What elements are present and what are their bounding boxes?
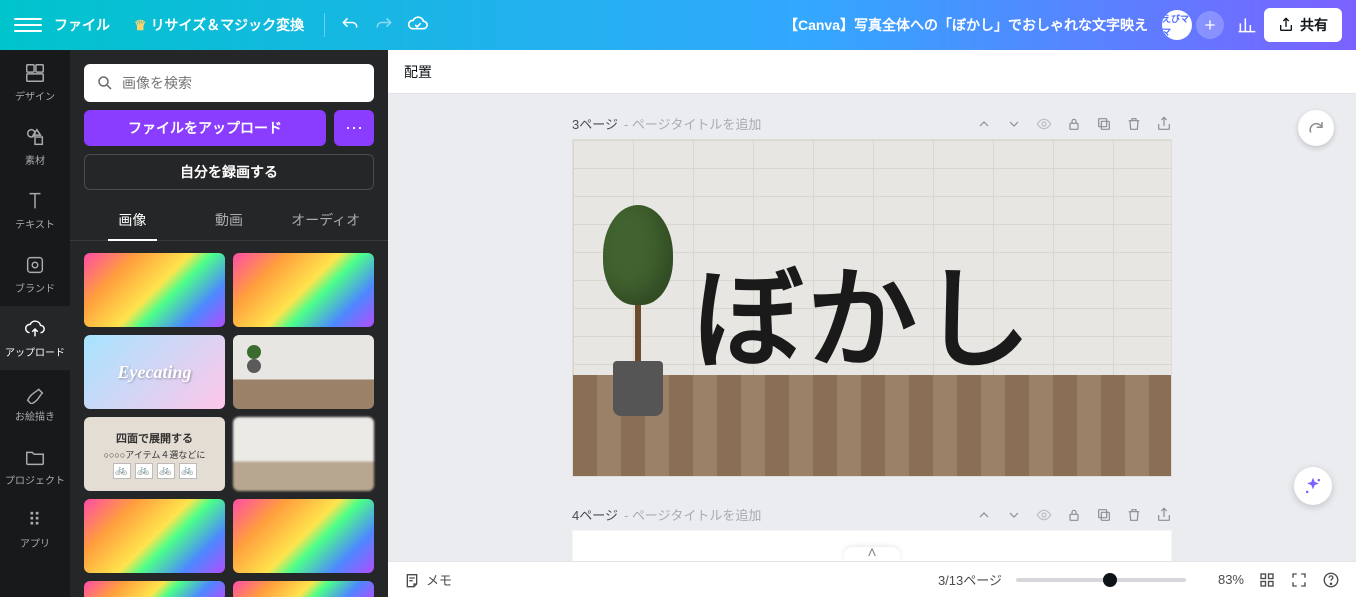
redo-button[interactable] xyxy=(367,8,401,42)
analytics-button[interactable] xyxy=(1230,8,1264,42)
page-tools xyxy=(976,507,1172,523)
duplicate-icon[interactable] xyxy=(1096,116,1112,132)
rail-elements[interactable]: 素材 xyxy=(0,114,70,178)
upload-file-button[interactable]: ファイルをアップロード xyxy=(84,110,326,146)
page-up-button[interactable] xyxy=(976,507,992,523)
zoom-slider[interactable] xyxy=(1016,578,1186,582)
side-panel: ファイルをアップロード ⋯ 自分を録画する 画像 動画 オーディオ Eyecat… xyxy=(70,50,388,597)
grid-view-button[interactable] xyxy=(1258,571,1276,589)
separator xyxy=(324,13,325,37)
upload-tabs: 画像 動画 オーディオ xyxy=(70,200,388,241)
rail-projects[interactable]: プロジェクト xyxy=(0,434,70,498)
canvas-scroll[interactable]: 3ページ - ページタイトルを追加 ぼかし xyxy=(388,94,1356,561)
apps-icon: ⠿ xyxy=(28,510,42,531)
rail-draw[interactable]: お絵描き xyxy=(0,370,70,434)
rail-design[interactable]: デザイン xyxy=(0,50,70,114)
position-button[interactable]: 配置 xyxy=(404,62,432,82)
page-down-button[interactable] xyxy=(1006,507,1022,523)
undo-button[interactable] xyxy=(333,8,367,42)
left-rail: デザイン 素材 テキスト ブランド アップロード お絵描き プロジェクト ⠿アプ… xyxy=(0,50,70,597)
page-number: 4ページ xyxy=(572,505,618,524)
page-number: 3ページ xyxy=(572,114,618,133)
refresh-button[interactable] xyxy=(1298,110,1334,146)
upload-thumb[interactable] xyxy=(233,417,374,491)
upload-more-button[interactable]: ⋯ xyxy=(334,110,374,146)
expand-thumbnails-handle[interactable]: ˄ xyxy=(844,547,900,561)
visibility-icon[interactable] xyxy=(1036,116,1052,132)
context-toolbar: 配置 xyxy=(388,50,1356,94)
search-icon xyxy=(96,74,114,92)
tab-video[interactable]: 動画 xyxy=(181,200,278,240)
tab-audio[interactable]: オーディオ xyxy=(277,200,374,240)
page-down-button[interactable] xyxy=(1006,116,1022,132)
zoom-knob[interactable] xyxy=(1103,573,1117,587)
page-title-input[interactable]: - ページタイトルを追加 xyxy=(624,505,761,524)
rail-brand[interactable]: ブランド xyxy=(0,242,70,306)
top-bar: ファイル ♛リサイズ＆マジック変換 【Canva】写真全体への「ぼかし」でおしゃ… xyxy=(0,0,1356,50)
cloud-sync-icon[interactable] xyxy=(401,8,435,42)
document-title[interactable]: 【Canva】写真全体への「ぼかし」でおしゃれな文字映え xyxy=(784,15,1158,35)
ai-assist-button[interactable] xyxy=(1294,467,1332,505)
notes-button[interactable]: メモ xyxy=(404,570,452,589)
upload-thumb[interactable]: Eyecating xyxy=(84,335,225,409)
search-input-wrap[interactable] xyxy=(84,64,374,102)
delete-icon[interactable] xyxy=(1126,116,1142,132)
page-block-3: 3ページ - ページタイトルを追加 ぼかし xyxy=(572,114,1172,477)
lock-icon[interactable] xyxy=(1066,116,1082,132)
share-page-icon[interactable] xyxy=(1156,507,1172,523)
upload-thumb[interactable] xyxy=(233,499,374,573)
page-counter[interactable]: 3/13ページ xyxy=(938,570,1002,589)
avatar[interactable]: えびママ xyxy=(1162,10,1192,40)
rail-upload[interactable]: アップロード xyxy=(0,306,70,370)
add-member-button[interactable] xyxy=(1196,11,1224,39)
upload-thumb[interactable] xyxy=(84,499,225,573)
file-menu[interactable]: ファイル xyxy=(42,9,122,41)
resize-magic-menu[interactable]: ♛リサイズ＆マジック変換 xyxy=(122,9,316,41)
page-canvas-3[interactable]: ぼかし xyxy=(572,139,1172,477)
record-self-button[interactable]: 自分を録画する xyxy=(84,154,374,190)
upload-thumb[interactable] xyxy=(84,581,225,597)
visibility-icon[interactable] xyxy=(1036,507,1052,523)
tab-images[interactable]: 画像 xyxy=(84,200,181,240)
page-tools xyxy=(976,116,1172,132)
upload-thumb[interactable]: 四面で展開する ○○○○アイテム４選などに 🚲🚲🚲🚲 xyxy=(84,417,225,491)
share-page-icon[interactable] xyxy=(1156,116,1172,132)
rail-apps[interactable]: ⠿アプリ xyxy=(0,498,70,562)
upload-thumb[interactable] xyxy=(84,253,225,327)
help-button[interactable] xyxy=(1322,571,1340,589)
upload-thumb[interactable] xyxy=(233,335,374,409)
lock-icon[interactable] xyxy=(1066,507,1082,523)
thumbnail-scroll[interactable]: Eyecating 四面で展開する ○○○○アイテム４選などに 🚲🚲🚲🚲 xyxy=(70,241,388,597)
canvas-area: 配置 3ページ - ページタイトルを追加 xyxy=(388,50,1356,561)
crown-icon: ♛ xyxy=(134,17,147,33)
duplicate-icon[interactable] xyxy=(1096,507,1112,523)
zoom-value[interactable]: 83% xyxy=(1200,572,1244,587)
plant-graphic xyxy=(603,205,673,416)
share-button[interactable]: 共有 xyxy=(1264,8,1342,42)
delete-icon[interactable] xyxy=(1126,507,1142,523)
page-up-button[interactable] xyxy=(976,116,992,132)
canvas-text[interactable]: ぼかし xyxy=(693,230,1151,390)
fullscreen-button[interactable] xyxy=(1290,571,1308,589)
upload-thumb[interactable] xyxy=(233,581,374,597)
rail-text[interactable]: テキスト xyxy=(0,178,70,242)
bottom-bar: メモ 3/13ページ 83% xyxy=(388,561,1356,597)
page-title-input[interactable]: - ページタイトルを追加 xyxy=(624,114,761,133)
search-input[interactable] xyxy=(122,75,362,91)
upload-thumb[interactable] xyxy=(233,253,374,327)
menu-button[interactable] xyxy=(14,11,42,39)
